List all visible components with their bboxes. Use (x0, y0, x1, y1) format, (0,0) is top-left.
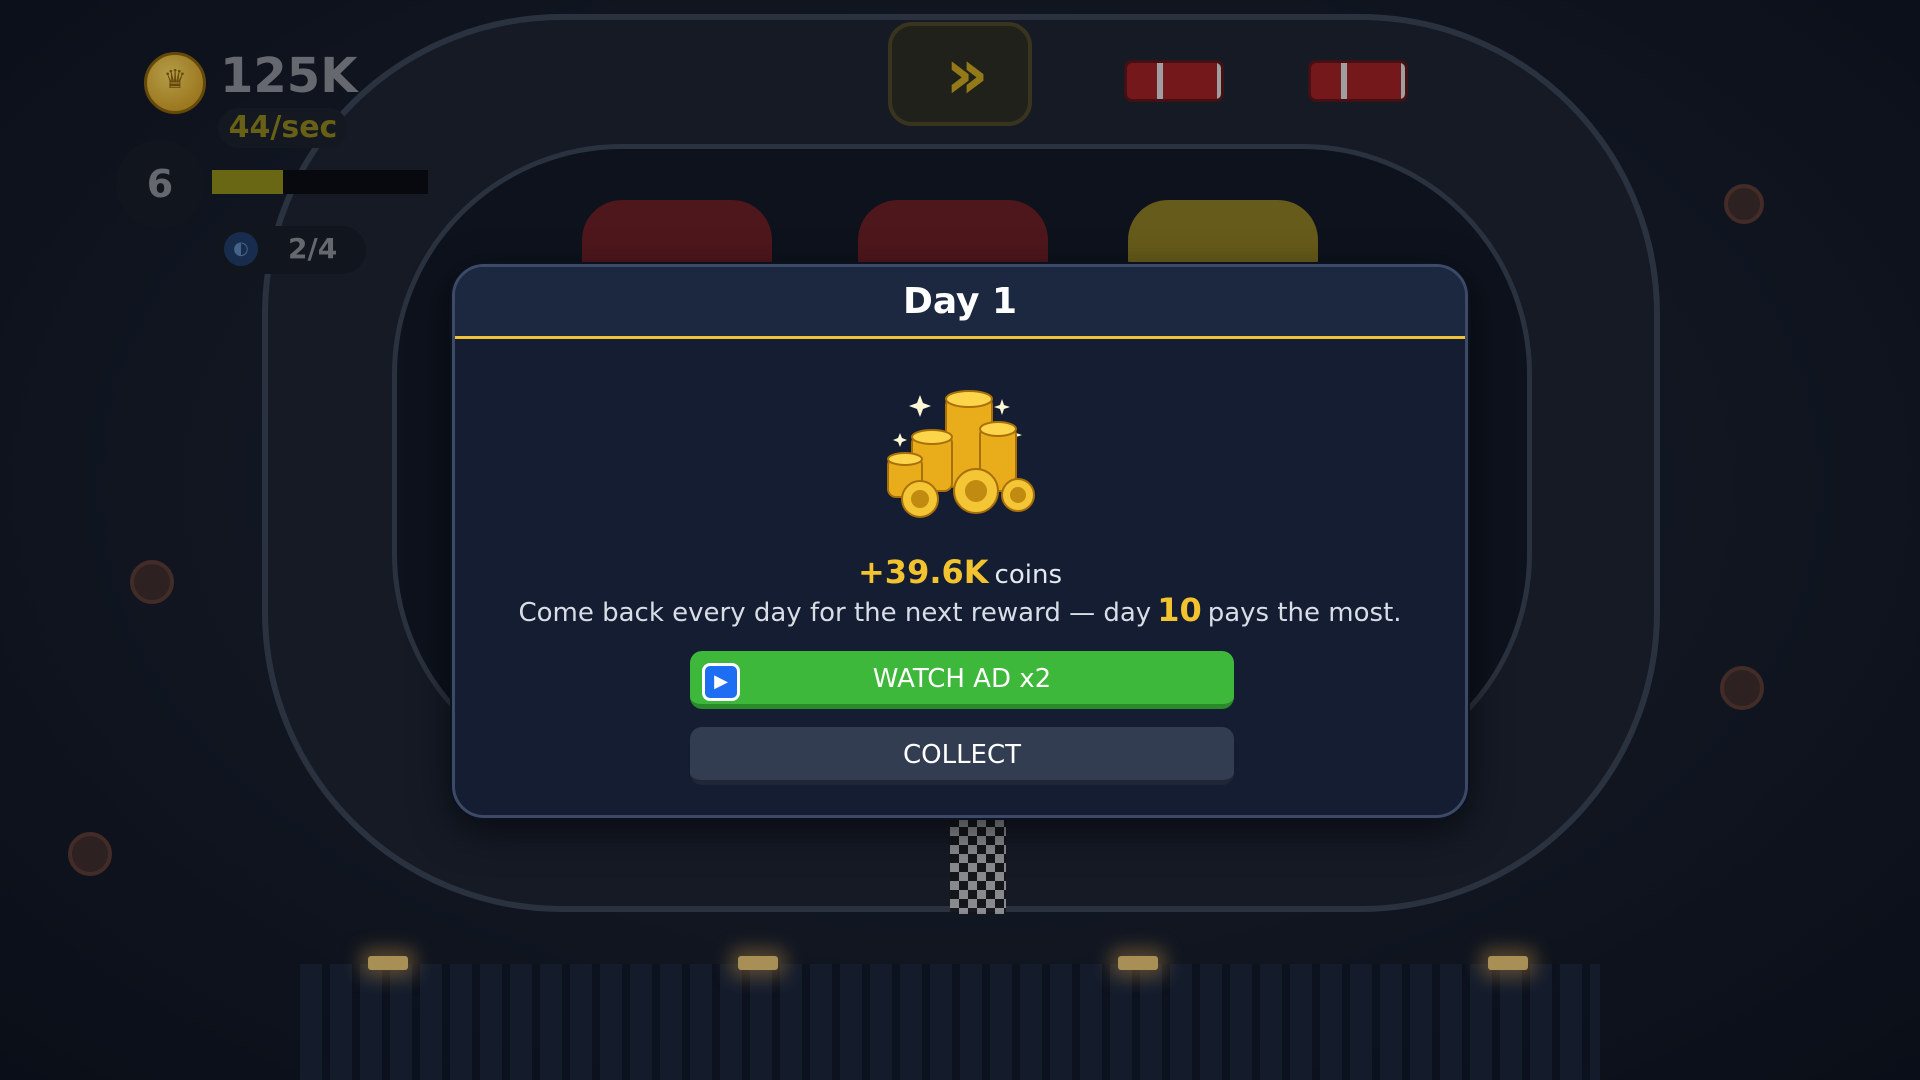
collect-button[interactable]: COLLECT (690, 727, 1234, 785)
watch-ad-label: WATCH AD x2 (872, 664, 1052, 694)
info-text-start: Come back every day for the next reward … (518, 598, 1152, 628)
daily-reward-dialog: Day 1 +39.6K coins Come back every day f… (452, 264, 1468, 818)
reward-amount: +39.6K (857, 553, 989, 591)
info-highlight-day: 10 (1157, 591, 1202, 629)
dialog-header: Day 1 (455, 267, 1465, 339)
info-text-end: pays the most. (1207, 598, 1402, 628)
coin-stack-icon (887, 390, 1035, 518)
dialog-title: Day 1 (902, 281, 1018, 322)
reward-unit: coins (994, 560, 1062, 590)
play-video-icon: ▶ (702, 663, 740, 701)
reward-summary: +39.6K coins (455, 553, 1465, 591)
daily-info-text: Come back every day for the next reward … (455, 591, 1465, 629)
collect-label: COLLECT (902, 740, 1022, 770)
watch-ad-button[interactable]: ▶ WATCH AD x2 (690, 651, 1234, 709)
